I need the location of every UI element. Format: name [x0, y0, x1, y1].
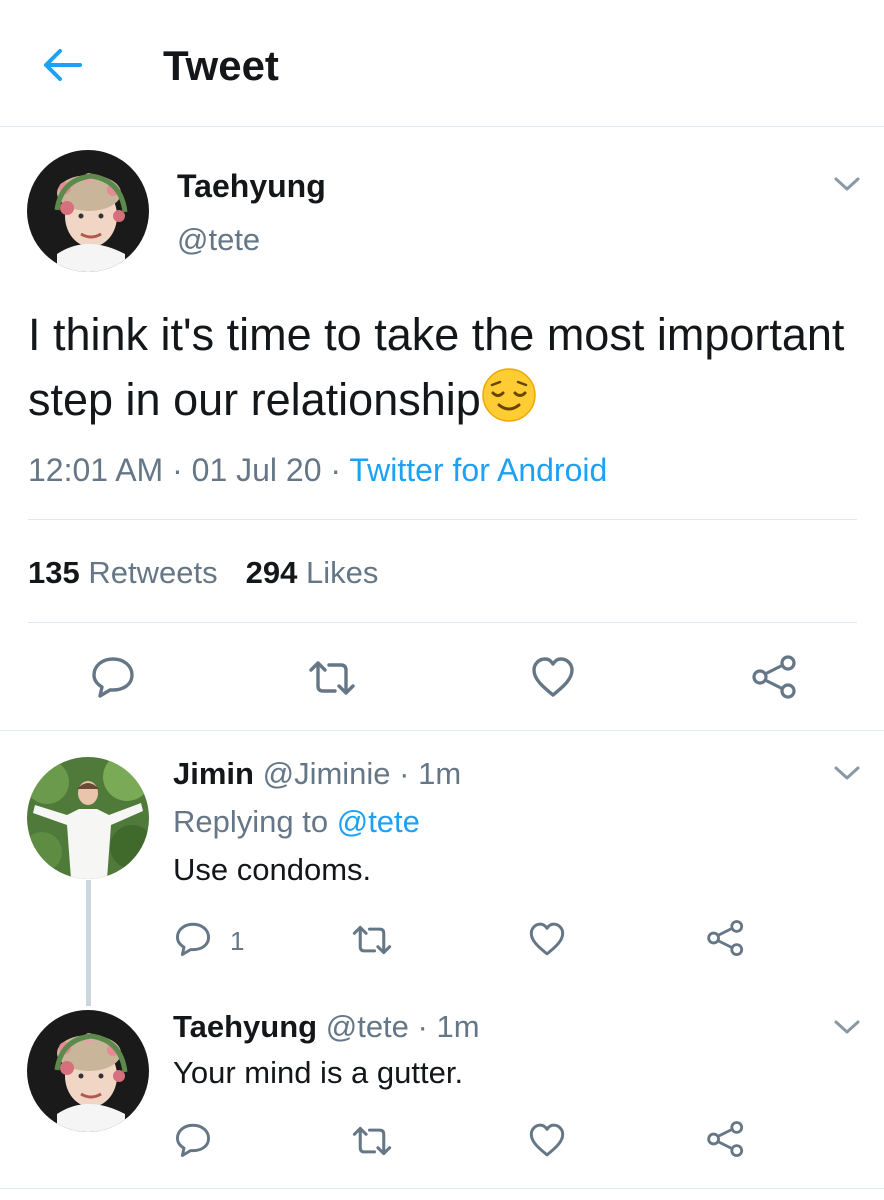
- profile-photo-icon: [27, 757, 149, 879]
- reply-author-name[interactable]: Taehyung: [173, 1009, 317, 1044]
- avatar[interactable]: [27, 150, 149, 272]
- tweet-text: I think it's time to take the most impor…: [28, 303, 858, 432]
- share-button[interactable]: [751, 654, 799, 700]
- author-name[interactable]: Taehyung: [177, 166, 326, 206]
- reply-icon: [175, 1123, 211, 1158]
- separator: ·: [417, 1009, 428, 1044]
- divider: [28, 622, 857, 623]
- tweet-time: 12:01 AM: [28, 452, 164, 488]
- tweet-source-link[interactable]: Twitter for Android: [349, 452, 607, 488]
- chevron-down-icon: [834, 177, 860, 191]
- arrow-left-icon: [44, 49, 82, 81]
- divider: [0, 1188, 884, 1189]
- reply-author-handle[interactable]: @tete: [326, 1009, 409, 1044]
- reply-author-name[interactable]: Jimin: [173, 756, 254, 791]
- retweet-button[interactable]: [351, 923, 393, 957]
- top-bar: Tweet: [0, 0, 884, 127]
- profile-photo-icon: [27, 1010, 149, 1132]
- mention-link[interactable]: @tete: [337, 804, 420, 839]
- retweet-button[interactable]: [351, 1124, 393, 1158]
- tweet-date: 01 Jul 20: [191, 452, 322, 488]
- back-button[interactable]: [40, 44, 86, 86]
- heart-icon: [532, 657, 574, 697]
- share-icon: [707, 1121, 744, 1157]
- retweet-icon: [352, 925, 392, 955]
- author-handle[interactable]: @tete: [177, 220, 260, 260]
- like-button[interactable]: [528, 1122, 566, 1158]
- tweet-body: I think it's time to take the most impor…: [28, 309, 845, 425]
- like-button[interactable]: [530, 656, 576, 698]
- heart-icon: [529, 922, 565, 956]
- like-button[interactable]: [528, 921, 566, 957]
- reply-menu-button[interactable]: [832, 763, 862, 783]
- reply-icon: [92, 657, 134, 698]
- reply-text: Use condoms.: [173, 852, 372, 887]
- likes-label: Likes: [305, 555, 379, 590]
- page-title: Tweet: [163, 42, 279, 89]
- likes-count: 294: [245, 555, 298, 590]
- retweet-icon: [309, 661, 355, 695]
- tweet-menu-button[interactable]: [832, 174, 862, 194]
- avatar[interactable]: [27, 1010, 149, 1132]
- chevron-down-icon: [834, 1020, 860, 1034]
- divider: [28, 519, 857, 520]
- share-icon: [707, 920, 744, 956]
- replying-to-label: Replying to: [173, 804, 329, 839]
- relieved-face-emoji: [481, 367, 537, 423]
- avatar[interactable]: [27, 757, 149, 879]
- reply-header: Jimin @Jiminie · 1m: [173, 754, 461, 794]
- reply-button[interactable]: [174, 1122, 212, 1158]
- heart-icon: [529, 1123, 565, 1157]
- separator: ·: [172, 452, 183, 488]
- thread-connector-line: [86, 880, 91, 1006]
- retweet-icon: [352, 1126, 392, 1156]
- separator: ·: [330, 452, 342, 488]
- reply-button[interactable]: [90, 655, 136, 699]
- retweets-stat[interactable]: 135 Retweets: [28, 555, 218, 590]
- share-button[interactable]: [706, 1120, 746, 1158]
- reply-time: 1m: [436, 1009, 480, 1044]
- likes-stat[interactable]: 294 Likes: [246, 555, 379, 590]
- retweet-button[interactable]: [307, 658, 357, 698]
- profile-photo-icon: [27, 150, 149, 272]
- tweet-meta: 12:01 AM · 01 Jul 20 · Twitter for Andro…: [28, 450, 607, 490]
- reply-time: 1m: [418, 756, 462, 791]
- retweets-count: 135: [28, 555, 80, 590]
- separator: ·: [399, 756, 410, 791]
- reply-icon: [175, 922, 211, 957]
- retweets-label: Retweets: [88, 555, 218, 590]
- share-icon: [752, 655, 796, 699]
- replying-to: Replying to @tete: [173, 802, 420, 842]
- reply-header: Taehyung @tete · 1m: [173, 1007, 480, 1047]
- reply-author-handle[interactable]: @Jiminie: [263, 756, 391, 791]
- share-button[interactable]: [706, 919, 746, 957]
- reply-count: 1: [230, 926, 245, 956]
- chevron-down-icon: [834, 766, 860, 780]
- reply-menu-button[interactable]: [832, 1017, 862, 1037]
- reply-text: Your mind is a gutter.: [173, 1055, 464, 1090]
- main-tweet: Taehyung @tete I think it's time to take…: [0, 128, 884, 731]
- reply-button[interactable]: [174, 921, 212, 957]
- tweet-stats: 135 Retweets 294 Likes: [28, 553, 378, 593]
